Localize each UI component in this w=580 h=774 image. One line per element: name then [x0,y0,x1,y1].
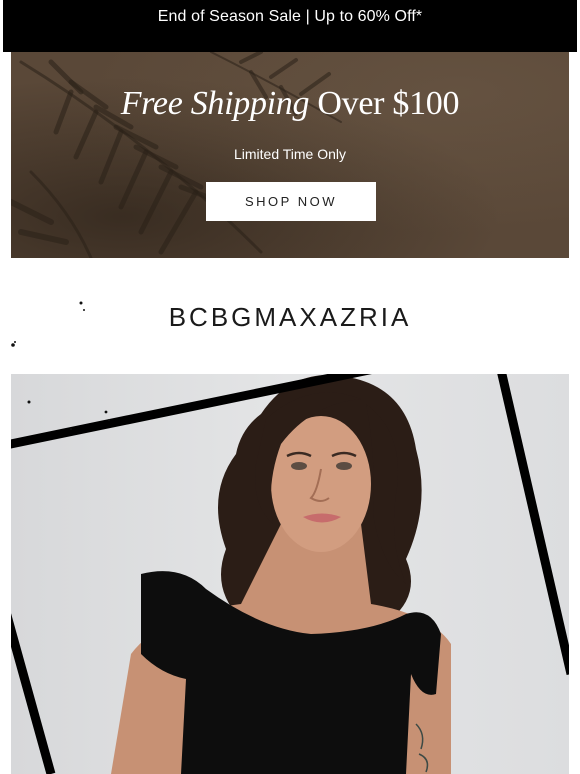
shipping-subtitle: Limited Time Only [233,146,347,162]
shop-now-button[interactable]: SHOP NOW [206,182,376,221]
email-page: End of Season Sale | Up to 60% Off* Free… [0,0,580,774]
promo-bar-text[interactable]: End of Season Sale | Up to 60% Off* [158,8,422,26]
promo-bar[interactable]: End of Season Sale | Up to 60% Off* [3,0,577,52]
shipping-title-italic: Free Shipping [120,85,310,122]
shipping-title-regular: Over $100 [317,85,460,122]
shipping-title: Free Shipping Over $100 [11,84,569,124]
hero-image[interactable] [11,374,569,774]
decorative-frame [11,374,569,774]
free-shipping-banner[interactable]: Free Shipping Over $100 Limited Time Onl… [11,52,569,258]
